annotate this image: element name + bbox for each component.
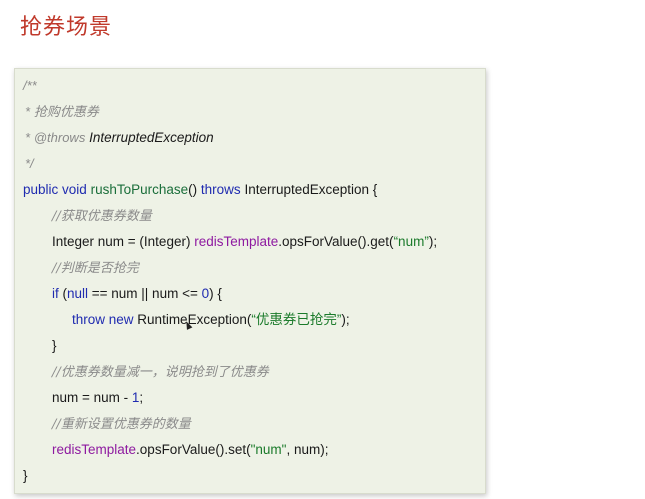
doc-comment-close: */ <box>25 156 34 171</box>
code-line-doc-open: /** <box>15 75 485 97</box>
code-line-set-num: redisTemplate.opsForValue().set("num", n… <box>15 439 485 461</box>
string-literal: “num” <box>393 234 429 249</box>
doc-comment-open: /** <box>23 78 37 93</box>
code-line-doc-throws: * @throws InterruptedException <box>15 127 485 149</box>
closing-brace: } <box>52 338 57 353</box>
string-literal: "num" <box>250 442 287 457</box>
code-line-throw: throw new RuntimeException(“优惠券已抢完”); <box>15 309 485 331</box>
code-line-doc-desc: * 抢购优惠券 <box>15 101 485 123</box>
code-line-decrement: num = num - 1; <box>15 387 485 409</box>
doc-comment-star: * <box>25 130 31 145</box>
string-literal: “优惠券已抢完” <box>251 312 342 327</box>
code-text: .opsForValue().get( <box>278 234 394 249</box>
code-line-method-close: } <box>15 465 485 487</box>
doc-comment-description: 抢购优惠券 <box>33 105 99 120</box>
code-text: ; <box>139 390 144 405</box>
method-parens: () <box>188 182 198 197</box>
code-line-get-num: Integer num = (Integer) redisTemplate.op… <box>15 231 485 253</box>
code-line-comment-2: //判断是否抢完 <box>15 257 485 279</box>
code-line-comment-4: //重新设置优惠券的数量 <box>15 413 485 435</box>
code-line-if-close: } <box>15 335 485 357</box>
code-text: ); <box>341 312 350 327</box>
code-text: , num); <box>286 442 329 457</box>
doc-throws-tag: @throws <box>33 130 86 145</box>
signature-rest: InterruptedException { <box>244 182 378 197</box>
code-text: .opsForValue().set( <box>136 442 251 457</box>
code-text: RuntimeException( <box>133 312 252 327</box>
keyword-if: if <box>52 286 59 301</box>
code-text: Integer num = (Integer) <box>52 234 195 249</box>
inline-comment: //判断是否抢完 <box>52 261 139 276</box>
keyword-void: void <box>62 182 87 197</box>
slide-title: 抢券场景 <box>20 15 113 40</box>
code-line-doc-close: */ <box>15 153 485 175</box>
method-name: rushToPurchase <box>90 182 189 197</box>
code-text: ) { <box>209 286 222 301</box>
code-text: == num || num <= <box>88 286 202 301</box>
inline-comment: //获取优惠券数量 <box>52 209 152 224</box>
code-line-if: if (null == num || num <= 0) { <box>15 283 485 305</box>
code-line-comment-1: //获取优惠券数量 <box>15 205 485 227</box>
code-panel: /** * 抢购优惠券 * @throws InterruptedExcepti… <box>14 68 486 494</box>
code-text: ); <box>428 234 438 249</box>
code-text: num = num - <box>52 390 132 405</box>
keyword-throw: throw <box>72 312 106 327</box>
keyword-public: public <box>23 182 59 197</box>
keyword-throws: throws <box>200 182 241 197</box>
inline-comment: //重新设置优惠券的数量 <box>52 417 191 432</box>
code-line-method-signature: public void rushToPurchase() throws Inte… <box>15 179 485 201</box>
keyword-new: new <box>108 312 134 327</box>
doc-comment-star: * <box>25 104 31 119</box>
code-text: ( <box>58 286 68 301</box>
keyword-null: null <box>67 286 89 301</box>
redis-template-field: redisTemplate <box>52 442 137 457</box>
doc-throws-type: InterruptedException <box>89 130 214 145</box>
inline-comment: //优惠券数量减一，说明抢到了优惠券 <box>52 365 269 380</box>
code-line-comment-3: //优惠券数量减一，说明抢到了优惠券 <box>15 361 485 383</box>
redis-template-field: redisTemplate <box>194 234 279 249</box>
number-literal: 0 <box>201 286 210 301</box>
closing-brace: } <box>23 468 28 483</box>
